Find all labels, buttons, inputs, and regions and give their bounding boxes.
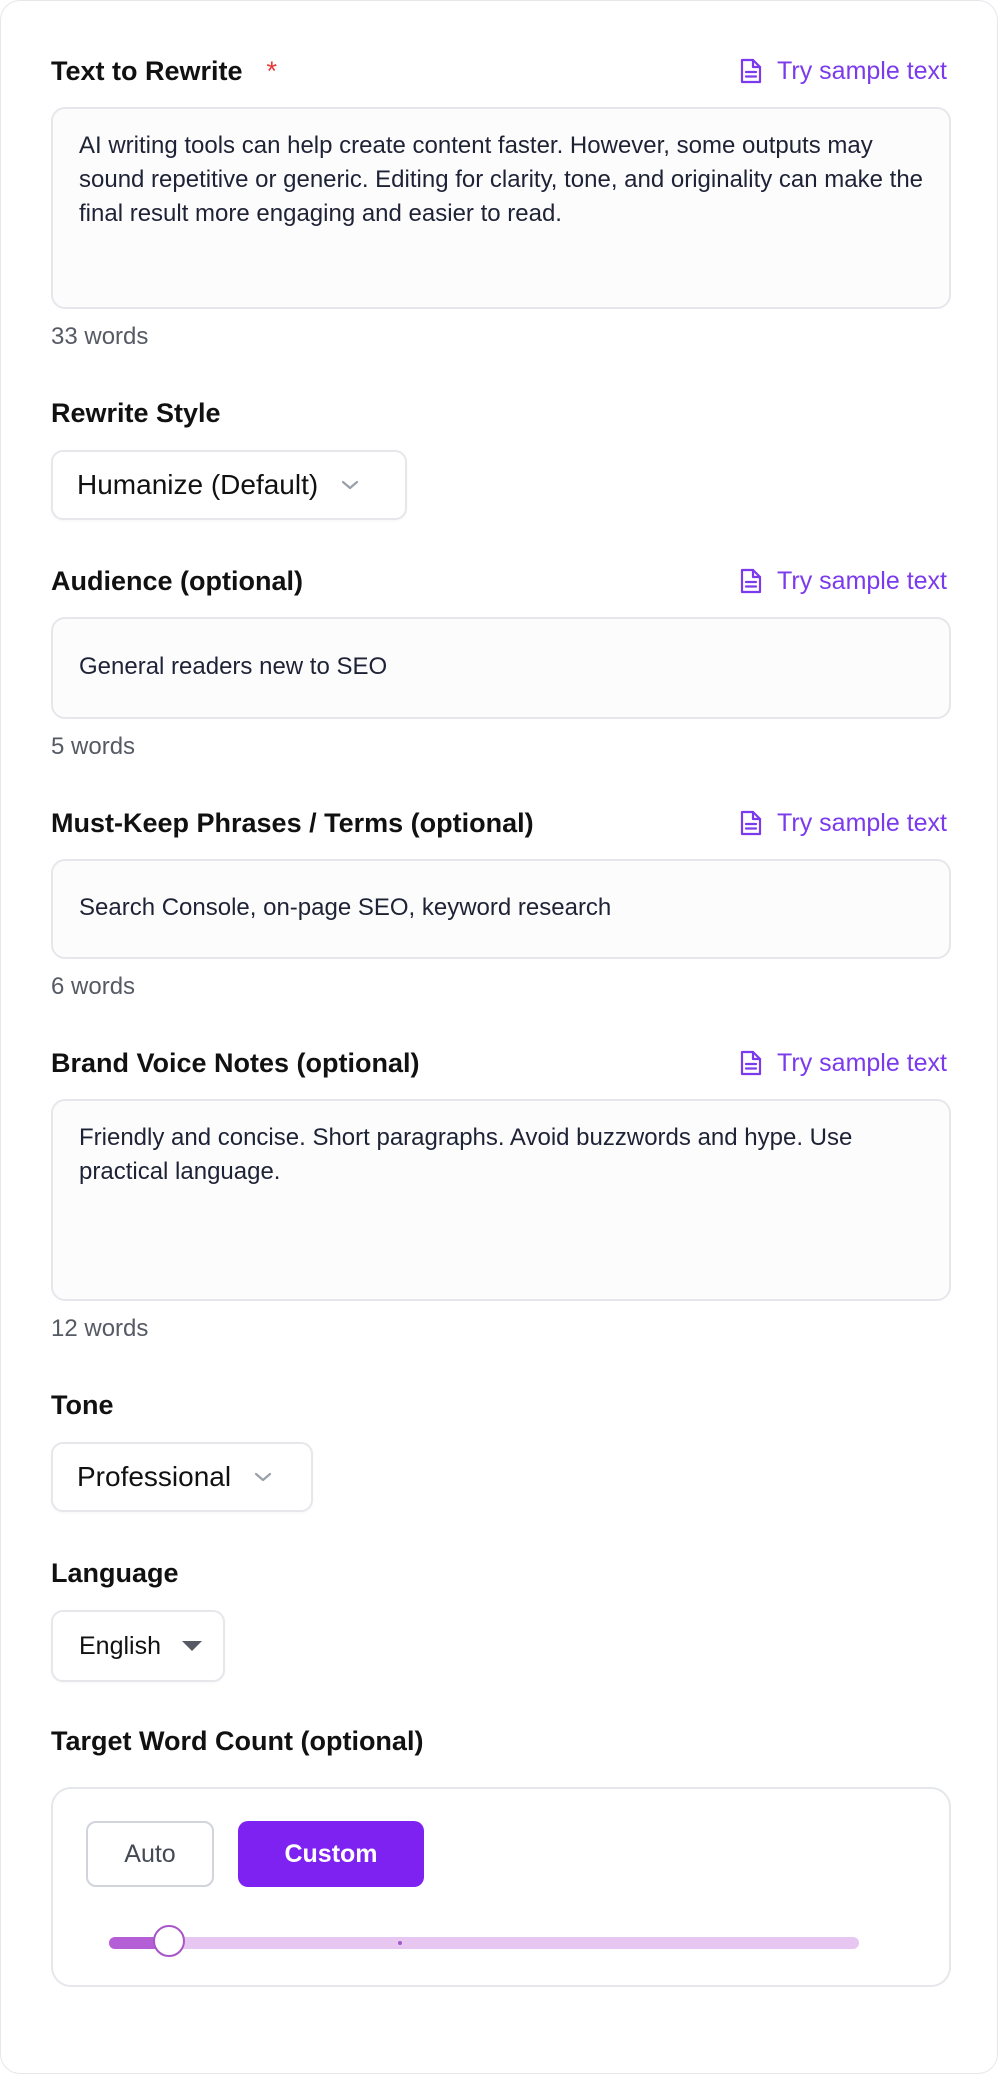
text-to-rewrite-word-count: 33 words	[51, 323, 149, 350]
target-word-count-panel: Auto Custom	[51, 1787, 951, 1987]
custom-button[interactable]: Custom	[238, 1821, 424, 1887]
try-sample-text-label: Try sample text	[777, 566, 947, 595]
rewrite-style-selected: Humanize (Default)	[77, 469, 319, 500]
audience-header: Audience (optional) Try sample text	[51, 561, 947, 601]
try-sample-text-label: Try sample text	[777, 808, 947, 837]
brand-voice-value: Friendly and concise. Short paragraphs. …	[79, 1124, 853, 1185]
document-icon	[740, 810, 762, 836]
tone-selected: Professional	[77, 1461, 232, 1492]
required-marker: *	[266, 55, 278, 86]
tone-header: Tone	[51, 1385, 947, 1425]
brand-voice-label: Brand Voice Notes (optional)	[51, 1047, 420, 1078]
text-to-rewrite-header: Text to Rewrite * Try sample text	[51, 51, 947, 91]
rewrite-form-card: Text to Rewrite * Try sample text AI wri…	[0, 0, 998, 2074]
rewrite-style-select[interactable]: Humanize (Default)	[51, 450, 407, 520]
brand-voice-header: Brand Voice Notes (optional) Try sample …	[51, 1043, 947, 1083]
tone-select[interactable]: Professional	[51, 1442, 313, 1512]
text-to-rewrite-textarea[interactable]: AI writing tools can help create content…	[51, 107, 951, 309]
document-icon	[740, 568, 762, 594]
must-keep-input[interactable]: Search Console, on-page SEO, keyword res…	[51, 859, 951, 959]
language-selected: English	[79, 1631, 161, 1660]
word-count-slider-track[interactable]	[109, 1925, 859, 1957]
target-word-count-label: Target Word Count (optional)	[51, 1725, 424, 1756]
caret-down-icon	[181, 1640, 203, 1652]
try-sample-text-label: Try sample text	[777, 56, 947, 85]
audience-label: Audience (optional)	[51, 565, 303, 596]
target-word-count-header: Target Word Count (optional)	[51, 1721, 947, 1761]
audience-value: General readers new to SEO	[79, 653, 388, 680]
try-sample-text-link-must-keep[interactable]: Try sample text	[739, 809, 947, 838]
rewrite-style-header: Rewrite Style	[51, 393, 947, 433]
language-select[interactable]: English	[51, 1610, 225, 1682]
try-sample-text-link-brand-voice[interactable]: Try sample text	[739, 1049, 947, 1078]
chevron-down-icon	[253, 1471, 273, 1483]
text-to-rewrite-label: Text to Rewrite *	[51, 56, 277, 87]
audience-input[interactable]: General readers new to SEO	[51, 617, 951, 719]
try-sample-text-label: Try sample text	[777, 1048, 947, 1077]
slider-midpoint-marker	[398, 1941, 402, 1945]
must-keep-header: Must-Keep Phrases / Terms (optional) Try…	[51, 803, 947, 843]
try-sample-text-link-rewrite[interactable]: Try sample text	[739, 57, 947, 86]
must-keep-word-count: 6 words	[51, 973, 136, 1000]
must-keep-value: Search Console, on-page SEO, keyword res…	[79, 894, 612, 921]
rewrite-style-label: Rewrite Style	[51, 397, 221, 428]
must-keep-label: Must-Keep Phrases / Terms (optional)	[51, 807, 534, 838]
auto-button[interactable]: Auto	[86, 1821, 214, 1887]
language-header: Language	[51, 1553, 947, 1593]
tone-label: Tone	[51, 1389, 114, 1420]
brand-voice-textarea[interactable]: Friendly and concise. Short paragraphs. …	[51, 1099, 951, 1301]
text-to-rewrite-label-text: Text to Rewrite	[51, 55, 243, 86]
try-sample-text-link-audience[interactable]: Try sample text	[739, 567, 947, 596]
chevron-down-icon	[340, 479, 360, 491]
text-to-rewrite-value: AI writing tools can help create content…	[79, 132, 924, 227]
document-icon	[740, 58, 762, 84]
document-icon	[740, 1050, 762, 1076]
audience-word-count: 5 words	[51, 733, 136, 760]
language-label: Language	[51, 1557, 179, 1588]
word-count-slider-thumb[interactable]	[153, 1925, 185, 1957]
brand-voice-word-count: 12 words	[51, 1315, 149, 1342]
